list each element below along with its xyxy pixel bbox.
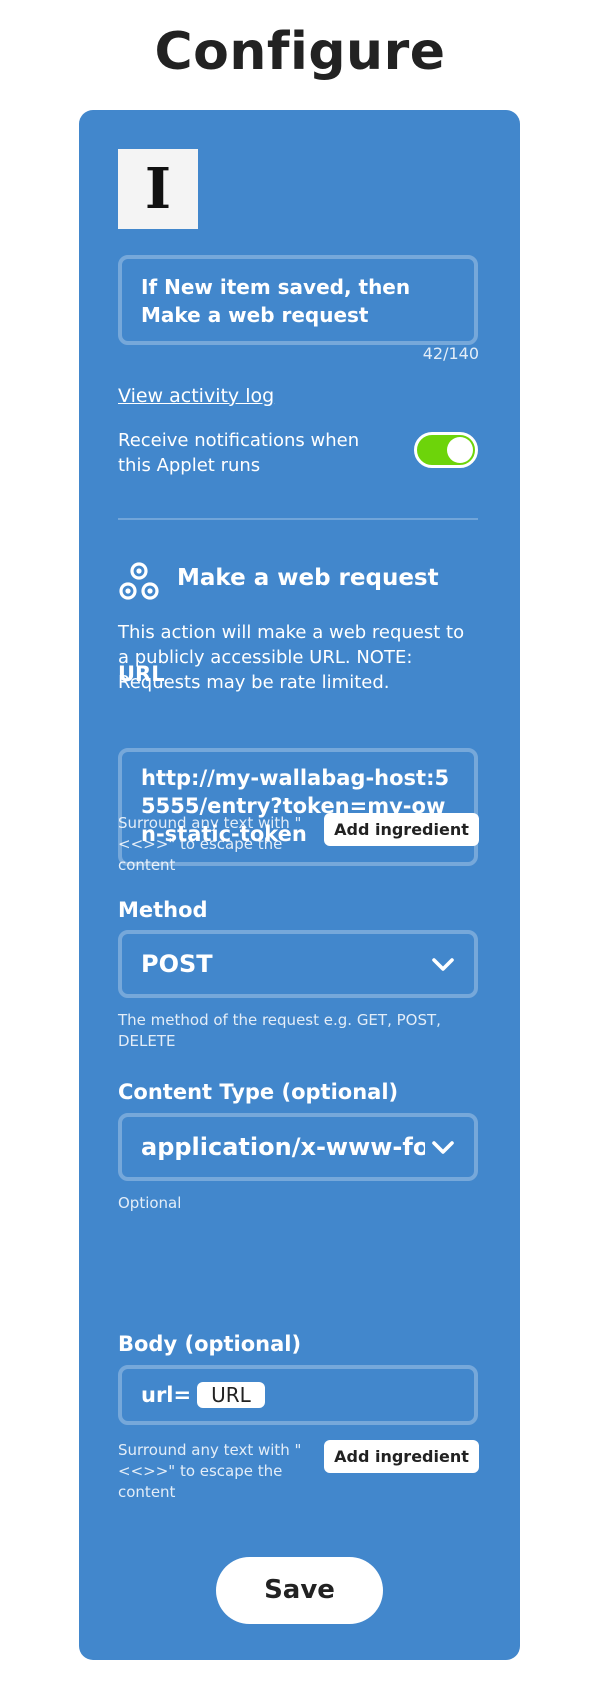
notifications-label: Receive notifications when this Applet r… bbox=[118, 430, 360, 476]
method-helper-text: The method of the request e.g. GET, POST… bbox=[118, 1011, 441, 1050]
body-label: Body (optional) bbox=[118, 1332, 302, 1356]
chevron-down-icon bbox=[432, 1141, 454, 1154]
webhook-icon bbox=[119, 562, 159, 600]
applet-config-card: I If New item saved, then Make a web req… bbox=[79, 110, 520, 1660]
url-ingredient-pill[interactable]: URL bbox=[197, 1382, 265, 1408]
url-add-ingredient-button[interactable]: Add ingredient bbox=[324, 813, 479, 846]
content-type-value: application/x-www-form-urlencoded bbox=[141, 1133, 425, 1161]
page-title: Configure bbox=[154, 22, 446, 82]
method-label: Method bbox=[118, 898, 208, 922]
body-prefix-text: url= bbox=[141, 1383, 192, 1407]
content-type-label: Content Type (optional) bbox=[118, 1080, 399, 1104]
applet-title-field[interactable]: If New item saved, then Make a web reque… bbox=[118, 255, 478, 345]
chevron-down-icon bbox=[432, 958, 454, 971]
url-label: URL bbox=[118, 662, 165, 686]
method-select[interactable]: POST bbox=[118, 930, 478, 998]
action-title: Make a web request bbox=[177, 565, 439, 591]
section-divider bbox=[118, 518, 478, 520]
action-description: This action will make a web request to a… bbox=[118, 622, 465, 693]
content-type-select[interactable]: application/x-www-form-urlencoded bbox=[118, 1113, 478, 1181]
title-char-counter: 42/140 bbox=[422, 344, 479, 363]
content-type-helper-text: Optional bbox=[118, 1194, 182, 1212]
save-button[interactable]: Save bbox=[216, 1557, 383, 1624]
body-helper-text: Surround any text with "<<>>" to escape … bbox=[118, 1441, 302, 1501]
url-helper-text: Surround any text with "<<>>" to escape … bbox=[118, 814, 302, 874]
method-value: POST bbox=[141, 950, 213, 978]
notifications-toggle[interactable] bbox=[414, 432, 478, 468]
body-add-ingredient-button[interactable]: Add ingredient bbox=[324, 1440, 479, 1473]
body-input[interactable]: url= URL bbox=[118, 1365, 478, 1425]
toggle-knob bbox=[447, 437, 473, 463]
service-logo: I bbox=[118, 149, 198, 229]
view-activity-log-link[interactable]: View activity log bbox=[118, 385, 274, 407]
